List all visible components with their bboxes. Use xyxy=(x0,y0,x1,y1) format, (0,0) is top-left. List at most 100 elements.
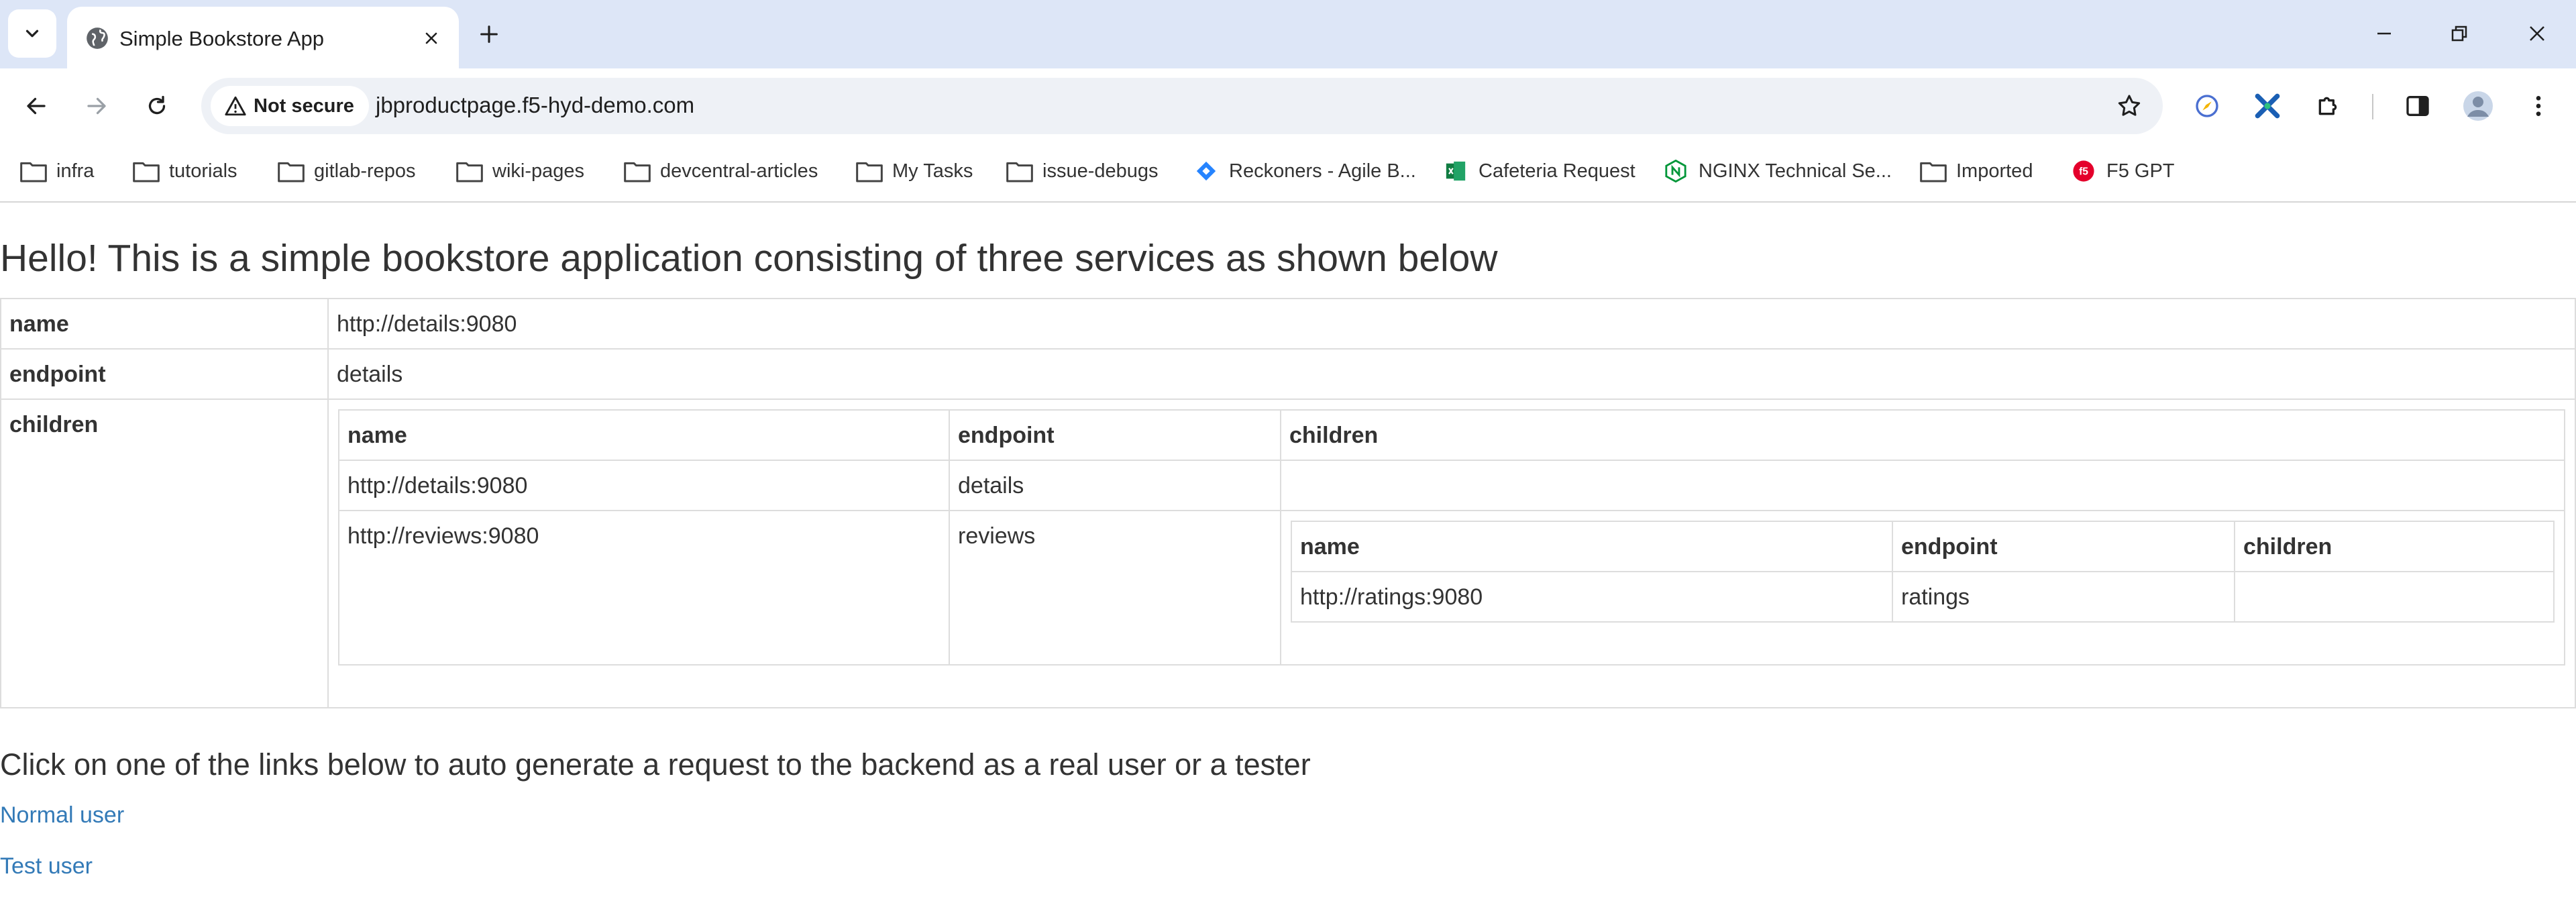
nginx-icon xyxy=(1665,160,1686,182)
table-row: children name endpoint children http://d… xyxy=(0,399,2576,708)
close-icon xyxy=(2530,26,2544,41)
folder-icon xyxy=(856,162,883,182)
globe-icon xyxy=(87,28,108,49)
extensions-button[interactable] xyxy=(2306,85,2349,127)
profile-button[interactable] xyxy=(2457,85,2500,127)
bookmark-devcentral-articles[interactable]: devcentral-articles xyxy=(624,153,818,189)
bookmark-imported[interactable]: Imported xyxy=(1920,153,2033,189)
address-bar[interactable]: Not secure jbproductpage.f5-hyd-demo.com xyxy=(201,78,2163,134)
more-vertical-icon xyxy=(2536,96,2541,116)
close-icon xyxy=(425,32,437,44)
jira-icon xyxy=(1196,161,1216,181)
new-tab-button[interactable] xyxy=(472,17,506,51)
bookmark-nginx-technical[interactable]: NGINX Technical Se... xyxy=(1662,153,1892,189)
nested-name-cell: http://ratings:9080 xyxy=(1291,571,1893,623)
child-name-cell: http://details:9080 xyxy=(338,460,950,511)
arrow-left-icon xyxy=(27,97,46,115)
minimize-button[interactable] xyxy=(2351,12,2418,55)
bookmark-infra[interactable]: infra xyxy=(20,153,94,189)
security-indicator[interactable]: Not secure xyxy=(211,86,369,126)
child-endpoint-cell: reviews xyxy=(949,510,1281,666)
name-key: name xyxy=(0,298,329,350)
bookmark-f5-gpt[interactable]: f5 F5 GPT xyxy=(2070,153,2175,189)
table-header-row: name endpoint children xyxy=(338,409,2565,461)
svg-text:f5: f5 xyxy=(2079,166,2088,178)
folder-icon xyxy=(20,162,47,182)
security-label: Not secure xyxy=(254,95,354,117)
bookmark-my-tasks[interactable]: My Tasks xyxy=(856,153,973,189)
column-header-children: children xyxy=(2234,521,2555,572)
bookmarks-bar: infra tutorials gitlab-repos wiki-pages … xyxy=(0,144,2576,203)
sheet-icon xyxy=(1446,161,1466,181)
browser-menu-button[interactable] xyxy=(2517,85,2560,127)
back-button[interactable] xyxy=(15,85,58,127)
child-children-cell: name endpoint children http://ratings:90 xyxy=(1280,510,2565,666)
nested-children-table: name endpoint children http://ratings:90 xyxy=(1291,521,2555,623)
bookmark-tutorials[interactable]: tutorials xyxy=(133,153,237,189)
puzzle-icon xyxy=(2318,97,2337,115)
folder-icon xyxy=(1920,162,1947,182)
column-header-children: children xyxy=(1280,409,2565,461)
table-header-row: name endpoint children xyxy=(1291,521,2555,572)
children-cell: name endpoint children http://details:90… xyxy=(327,399,2576,708)
services-table: name http://details:9080 endpoint detail… xyxy=(0,298,2576,708)
extension-button-1[interactable] xyxy=(2186,85,2229,127)
restore-button[interactable] xyxy=(2426,12,2493,55)
test-user-link[interactable]: Test user xyxy=(0,853,93,880)
toolbar-divider xyxy=(2372,94,2373,119)
table-row: http://ratings:9080 ratings xyxy=(1291,571,2555,623)
children-key: children xyxy=(0,399,329,708)
page-headline: Hello! This is a simple bookstore applic… xyxy=(0,237,1498,280)
bookmark-reckoners[interactable]: Reckoners - Agile B... xyxy=(1193,153,1416,189)
star-icon xyxy=(2118,95,2141,116)
folder-icon xyxy=(624,162,651,182)
table-row: endpoint details xyxy=(0,348,2576,400)
reload-icon xyxy=(148,95,166,115)
endpoint-key: endpoint xyxy=(0,348,329,400)
table-row: http://reviews:9080 reviews name endpoin… xyxy=(338,510,2565,666)
side-panel-button[interactable] xyxy=(2396,85,2439,127)
bookmark-star-button[interactable] xyxy=(2109,86,2149,126)
nested-children-cell xyxy=(2234,571,2555,623)
bookmark-issue-debugs[interactable]: issue-debugs xyxy=(1006,153,1159,189)
chevron-down-icon xyxy=(25,30,39,38)
browser-tab-active[interactable]: Simple Bookstore App xyxy=(67,7,459,68)
restore-icon xyxy=(2451,25,2467,42)
column-header-endpoint: endpoint xyxy=(949,409,1281,461)
warning-icon xyxy=(225,96,246,116)
side-panel-icon xyxy=(2406,96,2429,116)
column-header-name: name xyxy=(1291,521,1893,572)
bookmark-wiki-pages[interactable]: wiki-pages xyxy=(456,153,584,189)
reload-button[interactable] xyxy=(136,85,178,127)
compass-extension-icon xyxy=(2196,95,2218,117)
folder-icon xyxy=(1006,162,1033,182)
minimize-icon xyxy=(2377,32,2391,35)
avatar xyxy=(2463,91,2493,121)
endpoint-value: details xyxy=(327,348,2576,400)
column-header-endpoint: endpoint xyxy=(1892,521,2235,572)
children-table: name endpoint children http://details:90… xyxy=(338,409,2565,666)
bookmark-cafeteria-request[interactable]: Cafeteria Request xyxy=(1442,153,1635,189)
tab-close-button[interactable] xyxy=(416,23,447,54)
browser-toolbar: Not secure jbproductpage.f5-hyd-demo.com xyxy=(0,68,2576,144)
bookmark-gitlab-repos[interactable]: gitlab-repos xyxy=(278,153,416,189)
child-endpoint-cell: details xyxy=(949,460,1281,511)
arrow-right-icon xyxy=(87,97,106,115)
tab-search-button[interactable] xyxy=(8,9,56,58)
column-header-name: name xyxy=(338,409,950,461)
folder-icon xyxy=(278,162,305,182)
close-window-button[interactable] xyxy=(2504,12,2571,55)
normal-user-link[interactable]: Normal user xyxy=(0,802,124,829)
plus-icon xyxy=(480,25,498,43)
forward-button[interactable] xyxy=(75,85,118,127)
nested-endpoint-cell: ratings xyxy=(1892,571,2235,623)
url-text[interactable]: jbproductpage.f5-hyd-demo.com xyxy=(376,93,694,118)
extension-button-2[interactable] xyxy=(2246,85,2289,127)
tool-extension-icon xyxy=(2255,93,2280,119)
instructions-text: Click on one of the links below to auto … xyxy=(0,747,1311,782)
f5-icon: f5 xyxy=(2073,160,2094,182)
child-children-cell xyxy=(1280,460,2565,511)
folder-icon xyxy=(456,162,483,182)
name-value: http://details:9080 xyxy=(327,298,2576,350)
table-row: name http://details:9080 xyxy=(0,298,2576,350)
